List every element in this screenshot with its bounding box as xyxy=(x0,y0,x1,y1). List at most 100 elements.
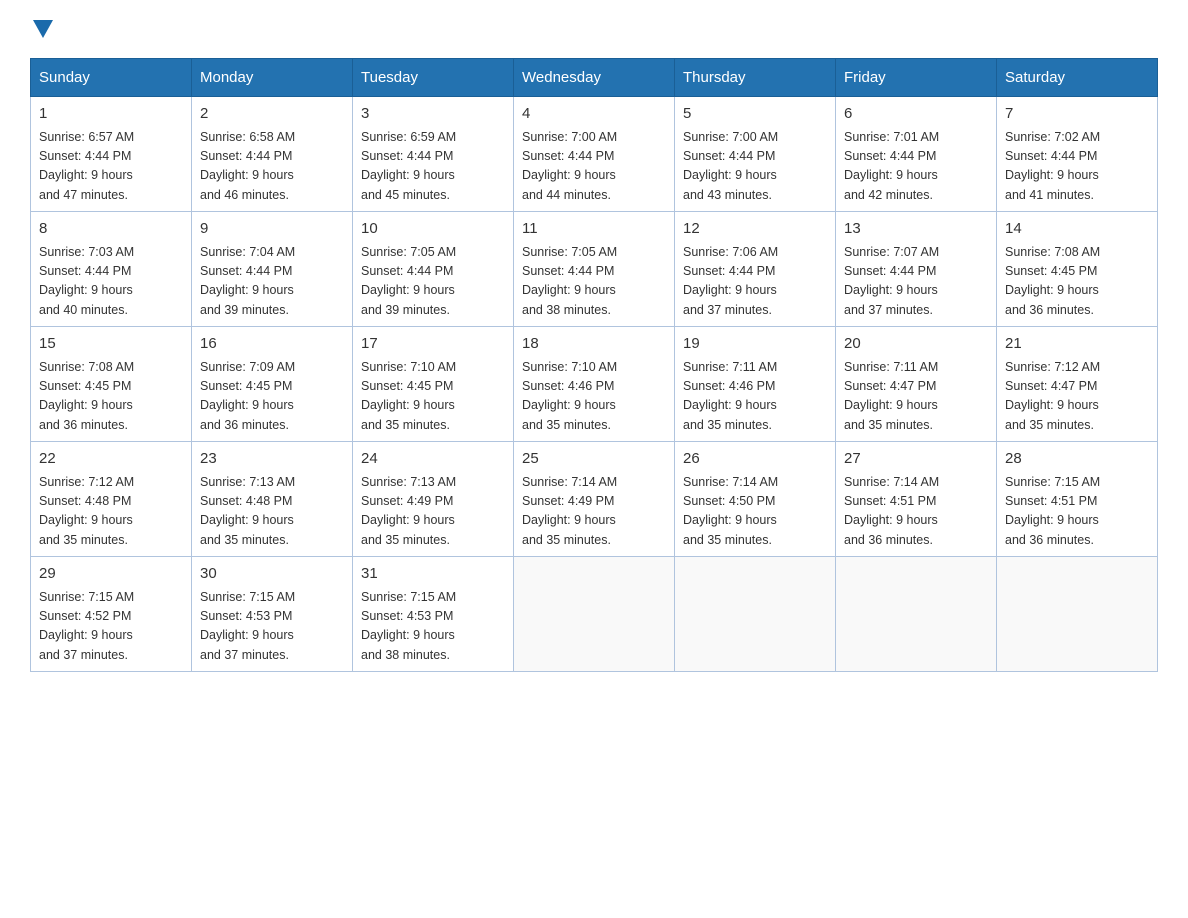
day-number: 27 xyxy=(844,448,988,471)
day-info: Sunrise: 6:59 AMSunset: 4:44 PMDaylight:… xyxy=(361,128,505,206)
calendar-cell: 13Sunrise: 7:07 AMSunset: 4:44 PMDayligh… xyxy=(836,212,997,327)
calendar-cell: 6Sunrise: 7:01 AMSunset: 4:44 PMDaylight… xyxy=(836,97,997,212)
calendar-cell xyxy=(836,557,997,672)
column-header-monday: Monday xyxy=(192,59,353,97)
calendar-cell: 30Sunrise: 7:15 AMSunset: 4:53 PMDayligh… xyxy=(192,557,353,672)
calendar-week-row: 15Sunrise: 7:08 AMSunset: 4:45 PMDayligh… xyxy=(31,327,1158,442)
day-number: 14 xyxy=(1005,218,1149,241)
day-number: 31 xyxy=(361,563,505,586)
calendar-cell xyxy=(675,557,836,672)
day-info: Sunrise: 7:15 AMSunset: 4:53 PMDaylight:… xyxy=(361,588,505,666)
column-header-wednesday: Wednesday xyxy=(514,59,675,97)
day-number: 13 xyxy=(844,218,988,241)
day-number: 2 xyxy=(200,103,344,126)
day-number: 29 xyxy=(39,563,183,586)
calendar-cell: 29Sunrise: 7:15 AMSunset: 4:52 PMDayligh… xyxy=(31,557,192,672)
logo-text xyxy=(30,20,56,38)
day-number: 7 xyxy=(1005,103,1149,126)
day-info: Sunrise: 7:13 AMSunset: 4:49 PMDaylight:… xyxy=(361,473,505,551)
column-header-saturday: Saturday xyxy=(997,59,1158,97)
calendar-header-row: SundayMondayTuesdayWednesdayThursdayFrid… xyxy=(31,59,1158,97)
calendar-cell: 1Sunrise: 6:57 AMSunset: 4:44 PMDaylight… xyxy=(31,97,192,212)
day-info: Sunrise: 7:12 AMSunset: 4:48 PMDaylight:… xyxy=(39,473,183,551)
day-info: Sunrise: 7:14 AMSunset: 4:51 PMDaylight:… xyxy=(844,473,988,551)
calendar-cell xyxy=(997,557,1158,672)
calendar-cell: 31Sunrise: 7:15 AMSunset: 4:53 PMDayligh… xyxy=(353,557,514,672)
calendar-cell: 19Sunrise: 7:11 AMSunset: 4:46 PMDayligh… xyxy=(675,327,836,442)
calendar-cell: 4Sunrise: 7:00 AMSunset: 4:44 PMDaylight… xyxy=(514,97,675,212)
logo-triangle-icon xyxy=(33,20,53,38)
day-number: 4 xyxy=(522,103,666,126)
calendar-cell: 12Sunrise: 7:06 AMSunset: 4:44 PMDayligh… xyxy=(675,212,836,327)
day-info: Sunrise: 7:08 AMSunset: 4:45 PMDaylight:… xyxy=(39,358,183,436)
calendar-cell: 11Sunrise: 7:05 AMSunset: 4:44 PMDayligh… xyxy=(514,212,675,327)
day-number: 24 xyxy=(361,448,505,471)
calendar-cell: 16Sunrise: 7:09 AMSunset: 4:45 PMDayligh… xyxy=(192,327,353,442)
day-info: Sunrise: 7:00 AMSunset: 4:44 PMDaylight:… xyxy=(522,128,666,206)
calendar-cell xyxy=(514,557,675,672)
page-header xyxy=(30,20,1158,38)
calendar-week-row: 8Sunrise: 7:03 AMSunset: 4:44 PMDaylight… xyxy=(31,212,1158,327)
day-info: Sunrise: 6:57 AMSunset: 4:44 PMDaylight:… xyxy=(39,128,183,206)
calendar-cell: 21Sunrise: 7:12 AMSunset: 4:47 PMDayligh… xyxy=(997,327,1158,442)
day-info: Sunrise: 7:01 AMSunset: 4:44 PMDaylight:… xyxy=(844,128,988,206)
calendar-cell: 5Sunrise: 7:00 AMSunset: 4:44 PMDaylight… xyxy=(675,97,836,212)
day-number: 3 xyxy=(361,103,505,126)
day-info: Sunrise: 7:09 AMSunset: 4:45 PMDaylight:… xyxy=(200,358,344,436)
day-number: 22 xyxy=(39,448,183,471)
calendar-cell: 15Sunrise: 7:08 AMSunset: 4:45 PMDayligh… xyxy=(31,327,192,442)
calendar-cell: 7Sunrise: 7:02 AMSunset: 4:44 PMDaylight… xyxy=(997,97,1158,212)
calendar-week-row: 22Sunrise: 7:12 AMSunset: 4:48 PMDayligh… xyxy=(31,442,1158,557)
day-number: 10 xyxy=(361,218,505,241)
day-info: Sunrise: 7:15 AMSunset: 4:53 PMDaylight:… xyxy=(200,588,344,666)
day-info: Sunrise: 7:00 AMSunset: 4:44 PMDaylight:… xyxy=(683,128,827,206)
day-info: Sunrise: 7:10 AMSunset: 4:46 PMDaylight:… xyxy=(522,358,666,436)
day-number: 5 xyxy=(683,103,827,126)
day-info: Sunrise: 7:11 AMSunset: 4:46 PMDaylight:… xyxy=(683,358,827,436)
calendar-cell: 10Sunrise: 7:05 AMSunset: 4:44 PMDayligh… xyxy=(353,212,514,327)
calendar-cell: 8Sunrise: 7:03 AMSunset: 4:44 PMDaylight… xyxy=(31,212,192,327)
day-info: Sunrise: 7:03 AMSunset: 4:44 PMDaylight:… xyxy=(39,243,183,321)
calendar-cell: 26Sunrise: 7:14 AMSunset: 4:50 PMDayligh… xyxy=(675,442,836,557)
day-number: 19 xyxy=(683,333,827,356)
day-info: Sunrise: 7:07 AMSunset: 4:44 PMDaylight:… xyxy=(844,243,988,321)
day-number: 11 xyxy=(522,218,666,241)
calendar-cell: 20Sunrise: 7:11 AMSunset: 4:47 PMDayligh… xyxy=(836,327,997,442)
day-info: Sunrise: 7:13 AMSunset: 4:48 PMDaylight:… xyxy=(200,473,344,551)
day-info: Sunrise: 7:06 AMSunset: 4:44 PMDaylight:… xyxy=(683,243,827,321)
calendar-cell: 24Sunrise: 7:13 AMSunset: 4:49 PMDayligh… xyxy=(353,442,514,557)
calendar-week-row: 29Sunrise: 7:15 AMSunset: 4:52 PMDayligh… xyxy=(31,557,1158,672)
day-info: Sunrise: 7:15 AMSunset: 4:51 PMDaylight:… xyxy=(1005,473,1149,551)
column-header-sunday: Sunday xyxy=(31,59,192,97)
day-info: Sunrise: 7:04 AMSunset: 4:44 PMDaylight:… xyxy=(200,243,344,321)
day-info: Sunrise: 7:14 AMSunset: 4:50 PMDaylight:… xyxy=(683,473,827,551)
day-number: 6 xyxy=(844,103,988,126)
calendar-cell: 28Sunrise: 7:15 AMSunset: 4:51 PMDayligh… xyxy=(997,442,1158,557)
day-number: 30 xyxy=(200,563,344,586)
day-info: Sunrise: 7:12 AMSunset: 4:47 PMDaylight:… xyxy=(1005,358,1149,436)
calendar-cell: 22Sunrise: 7:12 AMSunset: 4:48 PMDayligh… xyxy=(31,442,192,557)
day-info: Sunrise: 7:10 AMSunset: 4:45 PMDaylight:… xyxy=(361,358,505,436)
calendar-cell: 2Sunrise: 6:58 AMSunset: 4:44 PMDaylight… xyxy=(192,97,353,212)
calendar-cell: 23Sunrise: 7:13 AMSunset: 4:48 PMDayligh… xyxy=(192,442,353,557)
calendar-week-row: 1Sunrise: 6:57 AMSunset: 4:44 PMDaylight… xyxy=(31,97,1158,212)
day-info: Sunrise: 7:15 AMSunset: 4:52 PMDaylight:… xyxy=(39,588,183,666)
calendar-cell: 27Sunrise: 7:14 AMSunset: 4:51 PMDayligh… xyxy=(836,442,997,557)
day-number: 21 xyxy=(1005,333,1149,356)
day-number: 20 xyxy=(844,333,988,356)
column-header-thursday: Thursday xyxy=(675,59,836,97)
calendar-cell: 9Sunrise: 7:04 AMSunset: 4:44 PMDaylight… xyxy=(192,212,353,327)
day-info: Sunrise: 7:02 AMSunset: 4:44 PMDaylight:… xyxy=(1005,128,1149,206)
day-info: Sunrise: 6:58 AMSunset: 4:44 PMDaylight:… xyxy=(200,128,344,206)
day-number: 8 xyxy=(39,218,183,241)
day-number: 28 xyxy=(1005,448,1149,471)
day-number: 25 xyxy=(522,448,666,471)
day-info: Sunrise: 7:11 AMSunset: 4:47 PMDaylight:… xyxy=(844,358,988,436)
day-info: Sunrise: 7:14 AMSunset: 4:49 PMDaylight:… xyxy=(522,473,666,551)
calendar-cell: 25Sunrise: 7:14 AMSunset: 4:49 PMDayligh… xyxy=(514,442,675,557)
day-number: 1 xyxy=(39,103,183,126)
day-number: 18 xyxy=(522,333,666,356)
day-number: 16 xyxy=(200,333,344,356)
day-number: 26 xyxy=(683,448,827,471)
day-info: Sunrise: 7:05 AMSunset: 4:44 PMDaylight:… xyxy=(361,243,505,321)
